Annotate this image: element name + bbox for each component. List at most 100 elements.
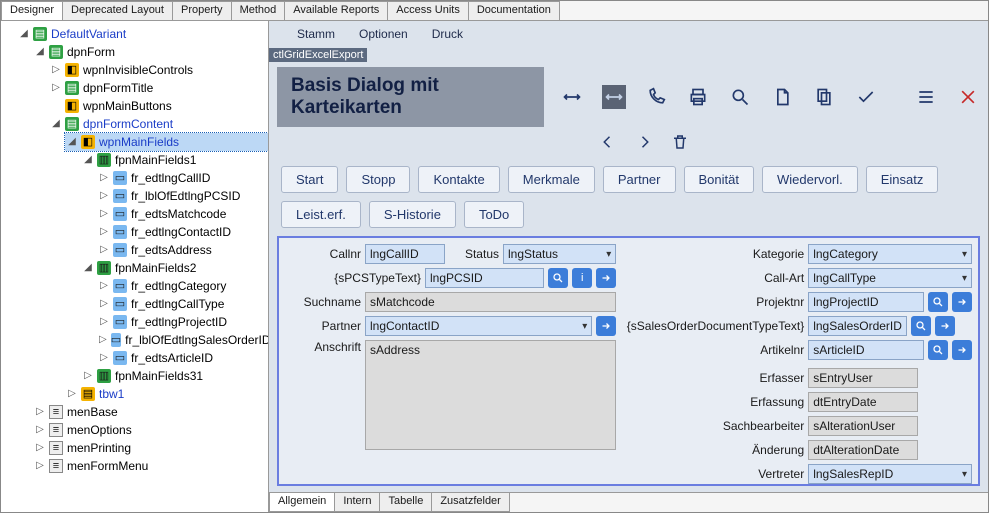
search-icon[interactable] — [728, 85, 752, 109]
partner-go-icon[interactable] — [596, 316, 616, 336]
erfassung-label: Erfassung — [624, 395, 804, 409]
pcsid-search-icon[interactable] — [548, 268, 568, 288]
tree-f2-4[interactable]: ▷▭fr_edtsArticleID — [97, 349, 268, 367]
tree-f1-3[interactable]: ▷▭fr_edtlngContactID — [97, 223, 268, 241]
salesorder-search-icon[interactable] — [911, 316, 931, 336]
tree-dpnformtitle[interactable]: ▷▤dpnFormTitle — [49, 79, 268, 97]
artikelnr-search-icon[interactable] — [928, 340, 948, 360]
callnr-field[interactable]: lngCallID — [365, 244, 445, 264]
anschrift-field[interactable]: sAddress — [365, 340, 616, 450]
copy-icon[interactable] — [812, 85, 836, 109]
btab-intern[interactable]: Intern — [334, 493, 380, 512]
tab-einsatz[interactable]: Einsatz — [866, 166, 939, 193]
tab-leisterf[interactable]: Leist.erf. — [281, 201, 361, 228]
suchname-field[interactable]: sMatchcode — [365, 292, 616, 312]
status-label: Status — [449, 247, 499, 261]
check-icon[interactable] — [854, 85, 878, 109]
projektnr-label: Projektnr — [624, 295, 804, 309]
tab-documentation[interactable]: Documentation — [468, 1, 560, 20]
tree-fpnmainfields31[interactable]: ▷▥fpnMainFields31 — [81, 367, 268, 385]
menu-stamm[interactable]: Stamm — [297, 27, 335, 41]
back-icon[interactable] — [599, 133, 617, 154]
projektnr-field[interactable]: lngProjectID — [808, 292, 924, 312]
menu-druck[interactable]: Druck — [432, 27, 463, 41]
tree-wpninvisible[interactable]: ▷◧wpnInvisibleControls — [49, 61, 268, 79]
close-icon[interactable] — [956, 85, 980, 109]
menu-optionen[interactable]: Optionen — [359, 27, 408, 41]
document-icon[interactable] — [770, 85, 794, 109]
artikelnr-field[interactable]: sArticleID — [808, 340, 924, 360]
sachbearbeiter-field: sAlterationUser — [808, 416, 918, 436]
tab-method[interactable]: Method — [231, 1, 286, 20]
salesorder-go-icon[interactable] — [935, 316, 955, 336]
tab-deprecated-layout[interactable]: Deprecated Layout — [62, 1, 173, 20]
aenderung-label: Änderung — [624, 443, 804, 457]
tab-bonitaet[interactable]: Bonität — [684, 166, 754, 193]
resize-h-icon[interactable] — [560, 85, 584, 109]
tree-wpnmainfields[interactable]: ◢◧wpnMainFields — [65, 133, 268, 151]
pcsid-go-icon[interactable] — [596, 268, 616, 288]
tab-start[interactable]: Start — [281, 166, 338, 193]
tree-dpnformcontent[interactable]: ◢▤dpnFormContent — [49, 115, 268, 133]
status-field[interactable]: lngStatus▾ — [503, 244, 616, 264]
title-bar: Basis Dialog mit Karteikarten — [269, 63, 988, 131]
tree-f2-3[interactable]: ▷▭fr_lblOfEdtlngSalesOrderID — [97, 331, 268, 349]
phone-icon[interactable] — [644, 85, 668, 109]
tab-stopp[interactable]: Stopp — [346, 166, 410, 193]
resize-h-dark-icon[interactable] — [602, 85, 626, 109]
tree-menoptions[interactable]: ▷≡menOptions — [33, 421, 268, 439]
tab-partner[interactable]: Partner — [603, 166, 676, 193]
tree-f1-1[interactable]: ▷▭fr_lblOfEdtlngPCSID — [97, 187, 268, 205]
component-tree[interactable]: ◢▤DefaultVariant ◢▤dpnForm ▷◧wpnInvisibl… — [1, 21, 269, 512]
tree-f1-0[interactable]: ▷▭fr_edtlngCallID — [97, 169, 268, 187]
artikelnr-go-icon[interactable] — [952, 340, 972, 360]
print-icon[interactable] — [686, 85, 710, 109]
tree-menbase[interactable]: ▷≡menBase — [33, 403, 268, 421]
pcsid-field[interactable]: lngPCSID — [425, 268, 544, 288]
tree-fpnmainfields1[interactable]: ◢▥fpnMainFields1 — [81, 151, 268, 169]
tab-available-reports[interactable]: Available Reports — [284, 1, 388, 20]
tree-menprinting[interactable]: ▷≡menPrinting — [33, 439, 268, 457]
tab-todo[interactable]: ToDo — [464, 201, 524, 228]
callart-field[interactable]: lngCallType▾ — [808, 268, 972, 288]
erfasser-label: Erfasser — [624, 371, 804, 385]
tab-shistorie[interactable]: S-Historie — [369, 201, 456, 228]
tab-property[interactable]: Property — [172, 1, 232, 20]
btab-tabelle[interactable]: Tabelle — [379, 493, 432, 512]
salesorder-label: {sSalesOrderDocumentTypeText} — [624, 319, 804, 333]
callnr-label: Callnr — [285, 247, 361, 261]
kategorie-field[interactable]: lngCategory▾ — [808, 244, 972, 264]
tab-merkmale[interactable]: Merkmale — [508, 166, 595, 193]
vertreter-field[interactable]: lngSalesRepID▾ — [808, 464, 972, 484]
tree-dpnform[interactable]: ◢▤dpnForm — [33, 43, 268, 61]
trash-icon[interactable] — [671, 133, 689, 154]
tree-f2-2[interactable]: ▷▭fr_edtlngProjectID — [97, 313, 268, 331]
tree-default-variant[interactable]: ◢▤DefaultVariant — [17, 25, 268, 43]
erfassung-field: dtEntryDate — [808, 392, 918, 412]
tree-tbw1[interactable]: ▷▤tbw1 — [65, 385, 268, 403]
tab-kontakte[interactable]: Kontakte — [418, 166, 499, 193]
tree-wpnmainbuttons[interactable]: ◧wpnMainButtons — [49, 97, 268, 115]
tree-f2-1[interactable]: ▷▭fr_edtlngCallType — [97, 295, 268, 313]
menu-icon[interactable] — [914, 85, 938, 109]
partner-field[interactable]: lngContactID▾ — [365, 316, 592, 336]
btab-allgemein[interactable]: Allgemein — [269, 493, 335, 512]
tree-f2-0[interactable]: ▷▭fr_edtlngCategory — [97, 277, 268, 295]
projektnr-search-icon[interactable] — [928, 292, 948, 312]
aenderung-field: dtAlterationDate — [808, 440, 918, 460]
tab-wiedervorl[interactable]: Wiedervorl. — [762, 166, 858, 193]
salesorder-field[interactable]: lngSalesOrderID — [808, 316, 907, 336]
dialog-title: Basis Dialog mit Karteikarten — [277, 67, 544, 127]
projektnr-go-icon[interactable] — [952, 292, 972, 312]
tree-menformmenu[interactable]: ▷≡menFormMenu — [33, 457, 268, 475]
tab-access-units[interactable]: Access Units — [387, 1, 469, 20]
tab-designer[interactable]: Designer — [1, 1, 63, 20]
forward-icon[interactable] — [635, 133, 653, 154]
suchname-label: Suchname — [285, 295, 361, 309]
pcsid-info-icon[interactable]: i — [572, 268, 592, 288]
tree-fpnmainfields2[interactable]: ◢▥fpnMainFields2 — [81, 259, 268, 277]
tree-f1-4[interactable]: ▷▭fr_edtsAddress — [97, 241, 268, 259]
tree-f1-2[interactable]: ▷▭fr_edtsMatchcode — [97, 205, 268, 223]
btab-zusatzfelder[interactable]: Zusatzfelder — [431, 493, 510, 512]
artikelnr-label: Artikelnr — [624, 343, 804, 357]
